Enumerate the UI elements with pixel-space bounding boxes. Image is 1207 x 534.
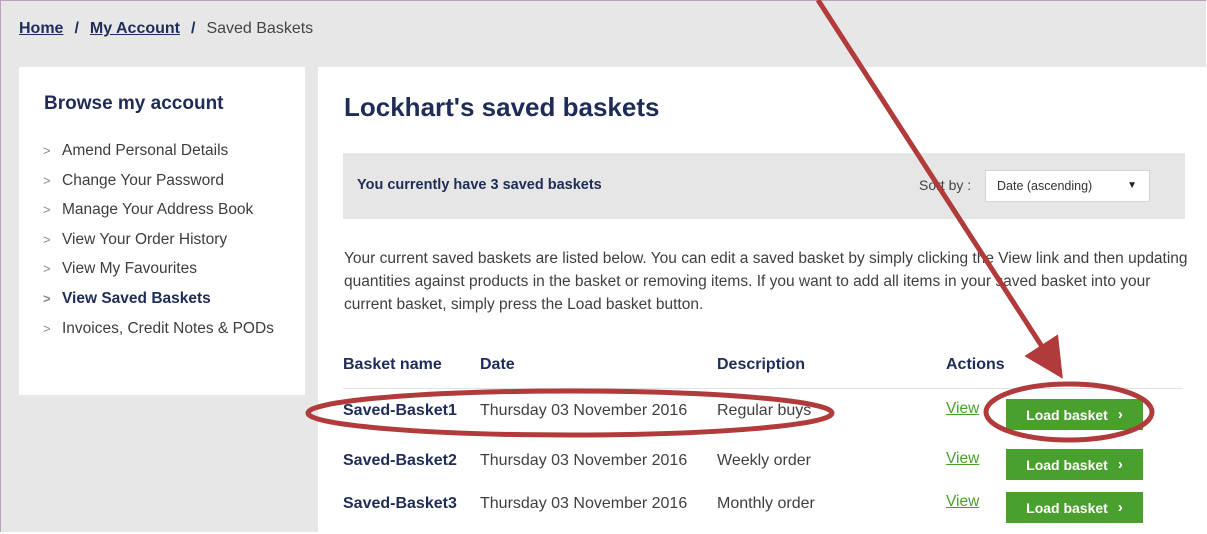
sidebar-item-favourites[interactable]: > View My Favourites xyxy=(43,258,293,280)
basket-date: Thursday 03 November 2016 xyxy=(480,402,688,419)
table-header: Basket name Date Description Actions xyxy=(343,352,1183,389)
header-description: Description xyxy=(717,356,806,373)
sidebar-item-saved-baskets[interactable]: > View Saved Baskets xyxy=(43,288,293,310)
saved-baskets-panel: Lockhart's saved baskets You currently h… xyxy=(318,67,1206,534)
page-frame: Home / My Account / Saved Baskets Browse… xyxy=(0,0,1206,534)
basket-name: Saved-Basket2 xyxy=(343,452,457,469)
header-basket-name: Basket name xyxy=(343,356,442,373)
chevron-right-icon: > xyxy=(43,143,51,158)
view-link[interactable]: View xyxy=(946,400,979,418)
basket-description: Weekly order xyxy=(717,452,811,469)
intro-text: Your current saved baskets are listed be… xyxy=(344,250,1188,313)
chevron-right-icon: > xyxy=(43,172,51,188)
breadcrumb-home-link[interactable]: Home xyxy=(19,20,63,38)
table-row: Saved-Basket3 Thursday 03 November 2016 … xyxy=(343,485,1183,525)
view-link[interactable]: View xyxy=(946,493,979,511)
basket-date: Thursday 03 November 2016 xyxy=(480,495,688,512)
sidebar-item-change-password[interactable]: > Change Your Password xyxy=(43,170,293,192)
table-row: Saved-Basket2 Thursday 03 November 2016 … xyxy=(343,442,1183,482)
sidebar-item-label: View Your Order History xyxy=(62,230,228,248)
header-date: Date xyxy=(480,356,515,373)
load-basket-button[interactable]: Load basket › xyxy=(1006,399,1143,430)
chevron-right-icon: > xyxy=(43,202,51,218)
chevron-right-icon: › xyxy=(1117,456,1123,473)
breadcrumb-separator: / xyxy=(74,20,79,37)
summary-bar: You currently have 3 saved baskets Sort … xyxy=(343,153,1185,219)
chevron-right-icon: > xyxy=(43,320,51,336)
load-basket-label: Load basket xyxy=(1026,456,1108,473)
chevron-right-icon: > xyxy=(43,261,51,277)
basket-count-text: You currently have 3 saved baskets xyxy=(357,177,602,193)
load-basket-button[interactable]: Load basket › xyxy=(1006,492,1143,523)
sidebar-menu: > Amend Personal Details > Change Your P… xyxy=(43,140,293,347)
load-basket-label: Load basket xyxy=(1026,499,1108,516)
sidebar-title: Browse my account xyxy=(44,93,224,114)
basket-description: Monthly order xyxy=(717,495,815,512)
sidebar-item-label: View My Favourites xyxy=(62,260,197,278)
basket-date: Thursday 03 November 2016 xyxy=(480,452,688,469)
table-row: Saved-Basket1 Thursday 03 November 2016 … xyxy=(343,392,1183,432)
sidebar-item-invoices[interactable]: > Invoices, Credit Notes & PODs xyxy=(43,318,293,340)
view-link[interactable]: View xyxy=(946,450,979,468)
sidebar-item-label: Invoices, Credit Notes & PODs xyxy=(62,319,274,337)
header-actions: Actions xyxy=(946,356,1005,373)
sidebar-item-address-book[interactable]: > Manage Your Address Book xyxy=(43,199,293,221)
basket-name: Saved-Basket1 xyxy=(343,402,457,419)
load-basket-button[interactable]: Load basket › xyxy=(1006,449,1143,480)
page-title: Lockhart's saved baskets xyxy=(344,92,660,122)
breadcrumb-current: Saved Baskets xyxy=(206,20,314,37)
sidebar-item-label: View Saved Baskets xyxy=(62,289,211,307)
chevron-right-icon: › xyxy=(1117,406,1123,423)
account-sidebar: Browse my account > Amend Personal Detai… xyxy=(19,67,305,395)
breadcrumb-my-account-link[interactable]: My Account xyxy=(90,20,180,38)
sidebar-item-order-history[interactable]: > View Your Order History xyxy=(43,229,293,251)
chevron-right-icon: › xyxy=(1117,499,1123,516)
caret-down-icon: ▼ xyxy=(1127,180,1137,191)
breadcrumb: Home / My Account / Saved Baskets xyxy=(19,20,313,38)
basket-description: Regular buys xyxy=(717,402,812,419)
chevron-right-icon: > xyxy=(43,290,51,306)
sort-select[interactable]: Date (ascending) ▼ xyxy=(985,170,1150,202)
chevron-right-icon: > xyxy=(43,231,51,247)
sort-label: Sort by : xyxy=(919,177,972,193)
sidebar-item-label: Manage Your Address Book xyxy=(62,201,254,219)
sidebar-item-label: Change Your Password xyxy=(62,171,225,189)
breadcrumb-separator: / xyxy=(190,20,196,37)
sidebar-item-label: Amend Personal Details xyxy=(62,142,229,159)
basket-name: Saved-Basket3 xyxy=(343,495,457,512)
sort-selected-value: Date (ascending) xyxy=(997,179,1093,193)
load-basket-label: Load basket xyxy=(1026,406,1108,423)
sidebar-item-amend-personal-details[interactable]: > Amend Personal Details xyxy=(43,140,293,162)
